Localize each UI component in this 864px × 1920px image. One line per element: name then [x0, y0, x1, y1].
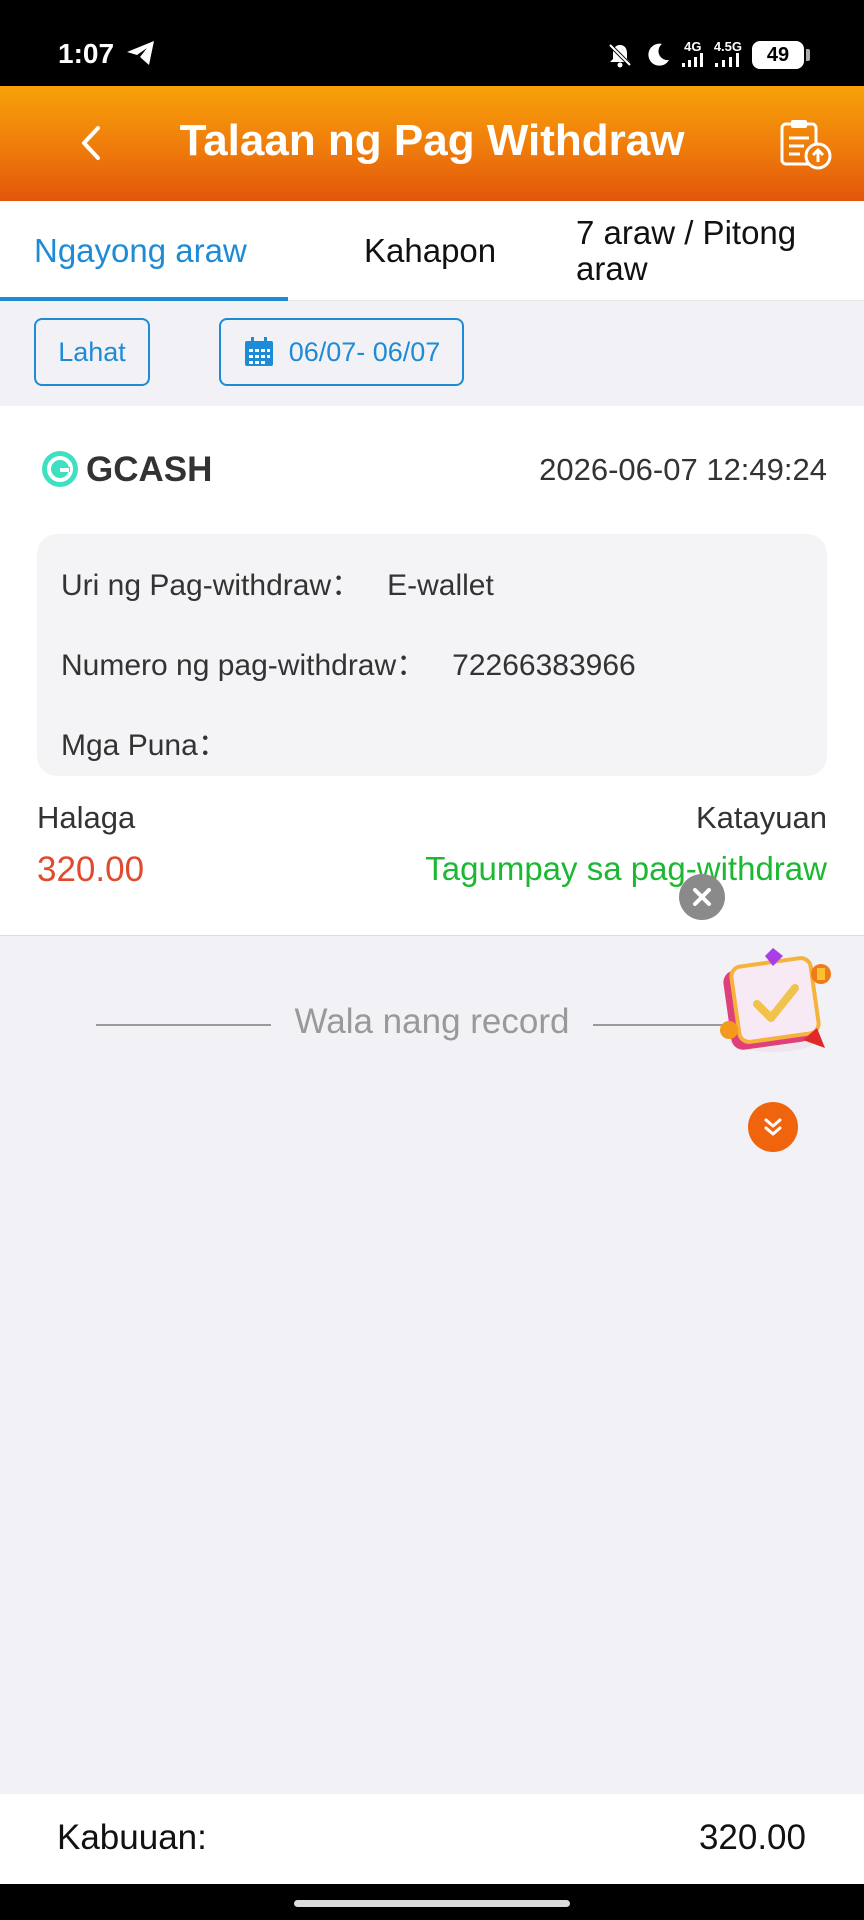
network-45g: 4.5G [713, 39, 742, 69]
gcash-logo-icon [42, 451, 78, 487]
remarks-row: Mga Puna： [61, 720, 254, 764]
status-bar: 1:07 4G 4.5G 49 [0, 0, 864, 86]
status-time: 1:07 [58, 38, 115, 69]
withdraw-type-label: Uri ng Pag-withdraw： [61, 569, 362, 602]
telegram-icon [127, 41, 154, 65]
filter-all-label: Lahat [58, 336, 126, 367]
network-4g: 4G [681, 39, 704, 69]
date-tabs: Ngayong araw Kahapon 7 araw / Pitong ara… [0, 201, 864, 301]
withdraw-record-card[interactable]: GCASH 2026-06-07 12:49:24 Uri ng Pag-wit… [0, 406, 864, 936]
battery-indicator: 49 [752, 41, 810, 69]
total-label: Kabuuan: [57, 1818, 207, 1857]
remarks-label: Mga Puna： [61, 729, 228, 762]
withdraw-type-row: Uri ng Pag-withdraw： E-wallet [61, 560, 494, 604]
moon-icon [648, 43, 669, 66]
calendar-icon [244, 337, 273, 366]
date-range-button[interactable]: 06/07- 06/07 [219, 318, 464, 386]
total-footer: Kabuuan: 320.00 [0, 1794, 864, 1884]
withdraw-number-value: 72266383966 [452, 649, 636, 682]
clipboard-upload-icon[interactable] [776, 116, 834, 172]
signal-icon [714, 53, 739, 67]
double-chevron-down-icon [764, 1118, 782, 1136]
date-range-label: 06/07- 06/07 [288, 336, 441, 367]
tab-yesterday[interactable]: Kahapon [364, 201, 496, 301]
network-label-2: 4.5G [713, 39, 742, 54]
battery-level: 49 [766, 43, 790, 66]
gift-promo-icon[interactable] [713, 944, 837, 1062]
close-icon [693, 888, 711, 906]
withdraw-number-label: Numero ng pag-withdraw： [61, 649, 427, 682]
signal-icon [681, 53, 703, 67]
app-header: Talaan ng Pag Withdraw [0, 86, 864, 201]
record-timestamp: 2026-06-07 12:49:24 [539, 452, 827, 487]
network-label-1: 4G [684, 39, 702, 54]
amount-value: 320.00 [37, 850, 145, 889]
filter-all-button[interactable]: Lahat [34, 318, 150, 386]
divider-right [593, 1024, 733, 1026]
withdraw-method: GCASH [86, 450, 213, 489]
tab-seven-days[interactable]: 7 araw / Pitong araw [576, 201, 856, 301]
bell-off-icon [608, 43, 632, 68]
filter-bar: Lahat 06/07- 06/07 [0, 302, 864, 406]
status-label: Katayuan [696, 800, 827, 835]
amount-label: Halaga [37, 800, 136, 835]
record-details: Uri ng Pag-withdraw： E-wallet Numero ng p… [37, 534, 827, 776]
close-promo-button[interactable] [679, 874, 725, 920]
scroll-down-button[interactable] [748, 1102, 798, 1152]
withdraw-type-value: E-wallet [387, 569, 494, 602]
withdraw-number-row: Numero ng pag-withdraw： 72266383966 [61, 640, 636, 684]
status-value: Tagumpay sa pag-withdraw [425, 850, 827, 887]
page-title: Talaan ng Pag Withdraw [179, 116, 685, 165]
home-indicator[interactable] [294, 1900, 570, 1907]
system-nav-bar [0, 1884, 864, 1920]
tab-today[interactable]: Ngayong araw [34, 201, 247, 301]
status-icons: 4G 4.5G 49 [606, 38, 810, 72]
active-tab-indicator [0, 297, 288, 301]
total-value: 320.00 [698, 1818, 806, 1857]
